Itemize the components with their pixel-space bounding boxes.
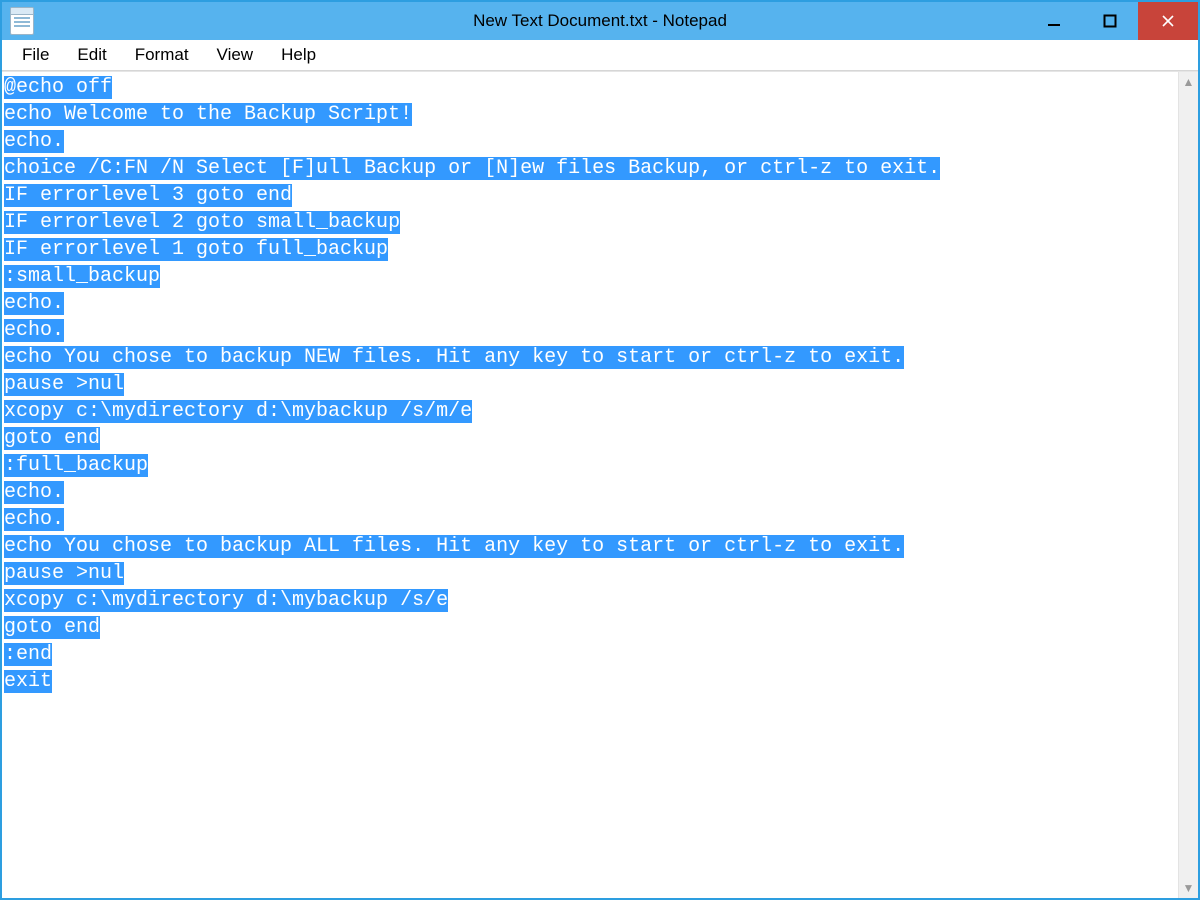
menu-view[interactable]: View [203,42,268,68]
text-line[interactable]: @echo off [4,74,1176,101]
text-line[interactable]: echo Welcome to the Backup Script! [4,101,1176,128]
minimize-icon [1047,14,1061,28]
client-area: @echo offecho Welcome to the Backup Scri… [2,71,1198,898]
menu-file[interactable]: File [8,42,63,68]
scroll-down-icon: ▼ [1183,882,1195,894]
close-icon [1161,14,1175,28]
minimize-button[interactable] [1026,2,1082,40]
text-line[interactable]: goto end [4,614,1176,641]
text-line[interactable]: xcopy c:\mydirectory d:\mybackup /s/e [4,587,1176,614]
text-line[interactable]: echo. [4,128,1176,155]
text-line[interactable]: echo. [4,317,1176,344]
text-line[interactable]: goto end [4,425,1176,452]
text-line[interactable]: IF errorlevel 1 goto full_backup [4,236,1176,263]
window-title: New Text Document.txt - Notepad [2,11,1198,31]
close-button[interactable] [1138,2,1198,40]
text-line[interactable]: exit [4,668,1176,695]
maximize-icon [1103,14,1117,28]
notepad-window: New Text Document.txt - Notepad File Edi… [0,0,1200,900]
notepad-app-icon [10,7,34,35]
text-line[interactable]: echo. [4,290,1176,317]
text-editor[interactable]: @echo offecho Welcome to the Backup Scri… [2,72,1178,898]
text-line[interactable]: IF errorlevel 3 goto end [4,182,1176,209]
menu-help[interactable]: Help [267,42,330,68]
text-line[interactable]: echo You chose to backup NEW files. Hit … [4,344,1176,371]
text-line[interactable]: echo. [4,506,1176,533]
titlebar[interactable]: New Text Document.txt - Notepad [2,2,1198,40]
text-line[interactable]: choice /C:FN /N Select [F]ull Backup or … [4,155,1176,182]
menu-format[interactable]: Format [121,42,203,68]
vertical-scrollbar[interactable]: ▲ ▼ [1178,72,1198,898]
text-line[interactable]: pause >nul [4,560,1176,587]
text-line[interactable]: echo. [4,479,1176,506]
text-line[interactable]: echo You chose to backup ALL files. Hit … [4,533,1176,560]
text-line[interactable]: IF errorlevel 2 goto small_backup [4,209,1176,236]
text-line[interactable]: :full_backup [4,452,1176,479]
text-line[interactable]: pause >nul [4,371,1176,398]
text-line[interactable]: xcopy c:\mydirectory d:\mybackup /s/m/e [4,398,1176,425]
maximize-button[interactable] [1082,2,1138,40]
window-controls [1026,2,1198,40]
menubar: File Edit Format View Help [2,40,1198,71]
scroll-up-icon: ▲ [1183,76,1195,88]
text-line[interactable]: :small_backup [4,263,1176,290]
text-line[interactable]: :end [4,641,1176,668]
menu-edit[interactable]: Edit [63,42,120,68]
